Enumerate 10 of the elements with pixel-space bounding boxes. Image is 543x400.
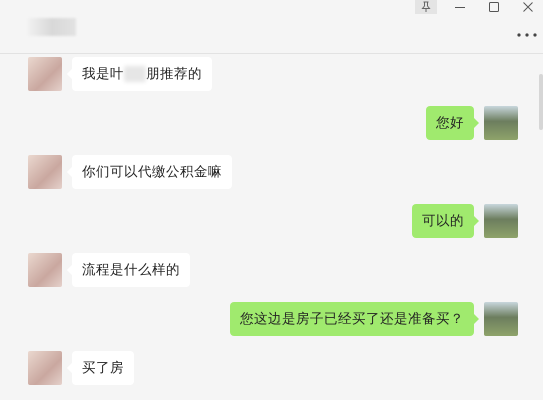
more-icon[interactable] [517,33,537,37]
avatar-photo[interactable] [28,253,62,287]
avatar-photo[interactable] [484,106,518,140]
blurred-title [28,18,76,36]
avatar-photo[interactable] [484,302,518,336]
avatar-photo[interactable] [484,204,518,238]
pin-icon[interactable] [415,0,437,14]
avatar-photo[interactable] [28,155,62,189]
avatar-photo[interactable] [28,351,62,385]
avatar-photo[interactable] [28,57,62,91]
